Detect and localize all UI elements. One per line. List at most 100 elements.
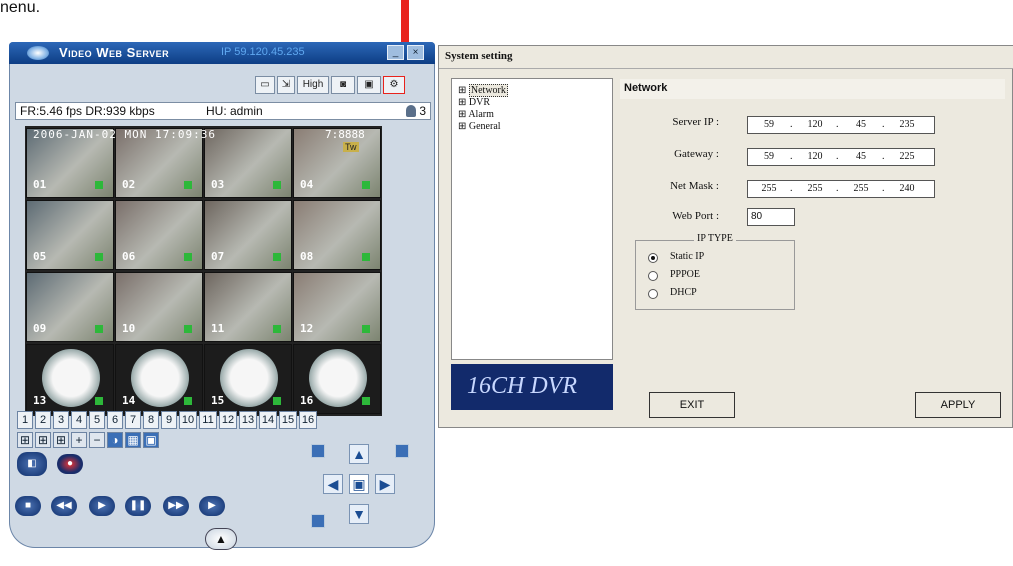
radio-label-static-ip: Static IP bbox=[670, 251, 705, 262]
server-ip-field[interactable]: 59. 120. 45. 235 bbox=[747, 116, 935, 134]
minimize-button[interactable]: _ bbox=[387, 45, 404, 60]
ptz-down-icon[interactable]: ▼ bbox=[349, 504, 369, 524]
radio-dhcp[interactable] bbox=[648, 289, 658, 299]
pause-icon[interactable]: ❚❚ bbox=[125, 496, 151, 516]
zoom-in-icon[interactable]: + bbox=[71, 432, 87, 448]
camera-grid[interactable]: 01 02 03 04 05 06 07 08 09 10 11 12 13 14 15 16 2006-JA… bbox=[25, 126, 382, 416]
quality-button[interactable]: High bbox=[297, 76, 329, 94]
network-header: Network bbox=[620, 79, 1005, 99]
radio-label-dhcp: DHCP bbox=[670, 287, 697, 298]
channel-button[interactable]: 3 bbox=[53, 411, 69, 429]
ptz-corner-tl-icon[interactable] bbox=[311, 444, 325, 458]
camera-status-icon bbox=[184, 253, 192, 261]
camera-tile[interactable]: 06 bbox=[115, 200, 203, 270]
ip-type-group: IP TYPE Static IP PPPOE DHCP bbox=[635, 233, 795, 310]
layout-quad-icon[interactable]: ⊞ bbox=[17, 432, 33, 448]
tree-item-dvr[interactable]: ⊞ DVR bbox=[458, 97, 490, 108]
brand-text: 16CH DVR bbox=[467, 373, 577, 399]
dialog-title: System setting bbox=[445, 50, 513, 62]
status-bar: FR:5.46 fps DR:939 kbps HU: admin 3 bbox=[15, 102, 431, 120]
slow-forward-icon[interactable]: ▶ bbox=[89, 496, 115, 516]
stop-icon[interactable]: ■ bbox=[15, 496, 41, 516]
eject-icon[interactable]: ▲ bbox=[205, 528, 237, 550]
channel-button[interactable]: 13 bbox=[239, 411, 257, 429]
camera-label: 09 bbox=[33, 322, 47, 335]
layout-9-icon[interactable]: ⊞ bbox=[35, 432, 51, 448]
channel-button[interactable]: 11 bbox=[199, 411, 217, 429]
camera-tile[interactable]: 08 bbox=[293, 200, 381, 270]
channel-button[interactable]: 12 bbox=[219, 411, 237, 429]
camera-status-icon bbox=[362, 181, 370, 189]
resize-icon[interactable]: ⇲ bbox=[277, 76, 295, 94]
camera-tile[interactable]: 07 bbox=[204, 200, 292, 270]
camera-tile[interactable]: 03 bbox=[204, 128, 292, 198]
channel-button[interactable]: 10 bbox=[179, 411, 197, 429]
channel-button[interactable]: 4 bbox=[71, 411, 87, 429]
camera-tile[interactable]: 15 bbox=[204, 344, 292, 414]
ptz-right-icon[interactable]: ▶ bbox=[375, 474, 395, 494]
channel-button[interactable]: 14 bbox=[259, 411, 277, 429]
camera-tile[interactable]: 11 bbox=[204, 272, 292, 342]
system-setting-dialog: System setting ⊞ Network ⊞ DVR ⊞ Alarm ⊞… bbox=[438, 45, 1013, 428]
tree-item-alarm[interactable]: ⊞ Alarm bbox=[458, 109, 494, 120]
osd-date: 2006-JAN-02 MON 17:09:36 bbox=[33, 128, 216, 141]
ptz-left-icon[interactable]: ◀ bbox=[323, 474, 343, 494]
channel-button[interactable]: 16 bbox=[299, 411, 317, 429]
channel-button[interactable]: 5 bbox=[89, 411, 105, 429]
camera-tile[interactable]: 10 bbox=[115, 272, 203, 342]
ptz-corner-bl-icon[interactable] bbox=[311, 514, 325, 528]
play-icon[interactable]: ▶ bbox=[199, 496, 225, 516]
channel-button[interactable]: 15 bbox=[279, 411, 297, 429]
netmask-field[interactable]: 255. 255. 255. 240 bbox=[747, 180, 935, 198]
radio-static-ip[interactable] bbox=[648, 253, 658, 263]
channel-button[interactable]: 7 bbox=[125, 411, 141, 429]
camera-tile[interactable]: 14 bbox=[115, 344, 203, 414]
camera-status-icon bbox=[95, 181, 103, 189]
record-button-icon[interactable]: ● bbox=[57, 454, 83, 474]
tree-item-network[interactable]: ⊞ Network bbox=[458, 84, 508, 97]
fast-forward-icon[interactable]: ▶▶ bbox=[163, 496, 189, 516]
channel-button[interactable]: 6 bbox=[107, 411, 123, 429]
exit-button[interactable]: EXIT bbox=[649, 392, 735, 418]
sequence-icon[interactable]: ◑ bbox=[107, 432, 123, 448]
rewind-icon[interactable]: ◀◀ bbox=[51, 496, 77, 516]
open-file-icon[interactable]: ◧ bbox=[17, 452, 47, 476]
title-bar[interactable]: Video Web Server IP 59.120.45.235 _ × bbox=[9, 42, 435, 64]
fullscreen-icon[interactable]: ▣ bbox=[143, 432, 159, 448]
channel-button[interactable]: 1 bbox=[17, 411, 33, 429]
camera-status-icon bbox=[184, 181, 192, 189]
zoom-out-icon[interactable]: − bbox=[89, 432, 105, 448]
gateway-label: Gateway : bbox=[674, 148, 719, 160]
web-port-field[interactable]: 80 bbox=[747, 208, 795, 226]
apply-button[interactable]: APPLY bbox=[915, 392, 1001, 418]
camera-label: 01 bbox=[33, 178, 47, 191]
tree-item-general[interactable]: ⊞ General bbox=[458, 121, 501, 132]
camera-tile[interactable]: 16 bbox=[293, 344, 381, 414]
camera-label: 14 bbox=[122, 394, 136, 407]
camera-snapshot-icon[interactable]: ◙ bbox=[331, 76, 355, 94]
dialog-title-bar[interactable]: System setting bbox=[439, 46, 1013, 69]
osd-time: 7:8888 bbox=[325, 128, 365, 141]
camera-label: 10 bbox=[122, 322, 136, 335]
system-setting-icon[interactable]: ⚙ bbox=[383, 76, 405, 94]
camera-status-icon bbox=[95, 325, 103, 333]
ptz-center-icon[interactable]: ▣ bbox=[349, 474, 369, 494]
close-button[interactable]: × bbox=[407, 45, 424, 60]
radio-pppoe[interactable] bbox=[648, 271, 658, 281]
ptz-corner-tr-icon[interactable] bbox=[395, 444, 409, 458]
camera-tile[interactable]: 13 bbox=[26, 344, 114, 414]
camera-label: 15 bbox=[211, 394, 225, 407]
camera-tile[interactable]: 12 bbox=[293, 272, 381, 342]
gateway-field[interactable]: 59. 120. 45. 225 bbox=[747, 148, 935, 166]
channel-button[interactable]: 9 bbox=[161, 411, 177, 429]
record-icon[interactable]: ▣ bbox=[357, 76, 381, 94]
layout-16-icon[interactable]: ⊞ bbox=[53, 432, 69, 448]
camera-tile[interactable]: 09 bbox=[26, 272, 114, 342]
ptz-up-icon[interactable]: ▲ bbox=[349, 444, 369, 464]
camera-tile[interactable]: 05 bbox=[26, 200, 114, 270]
channel-button[interactable]: 2 bbox=[35, 411, 51, 429]
drive-icon[interactable]: ▭ bbox=[255, 76, 275, 94]
fit-icon[interactable]: ▦ bbox=[125, 432, 141, 448]
channel-button[interactable]: 8 bbox=[143, 411, 159, 429]
red-arrow-shaft bbox=[401, 0, 409, 48]
